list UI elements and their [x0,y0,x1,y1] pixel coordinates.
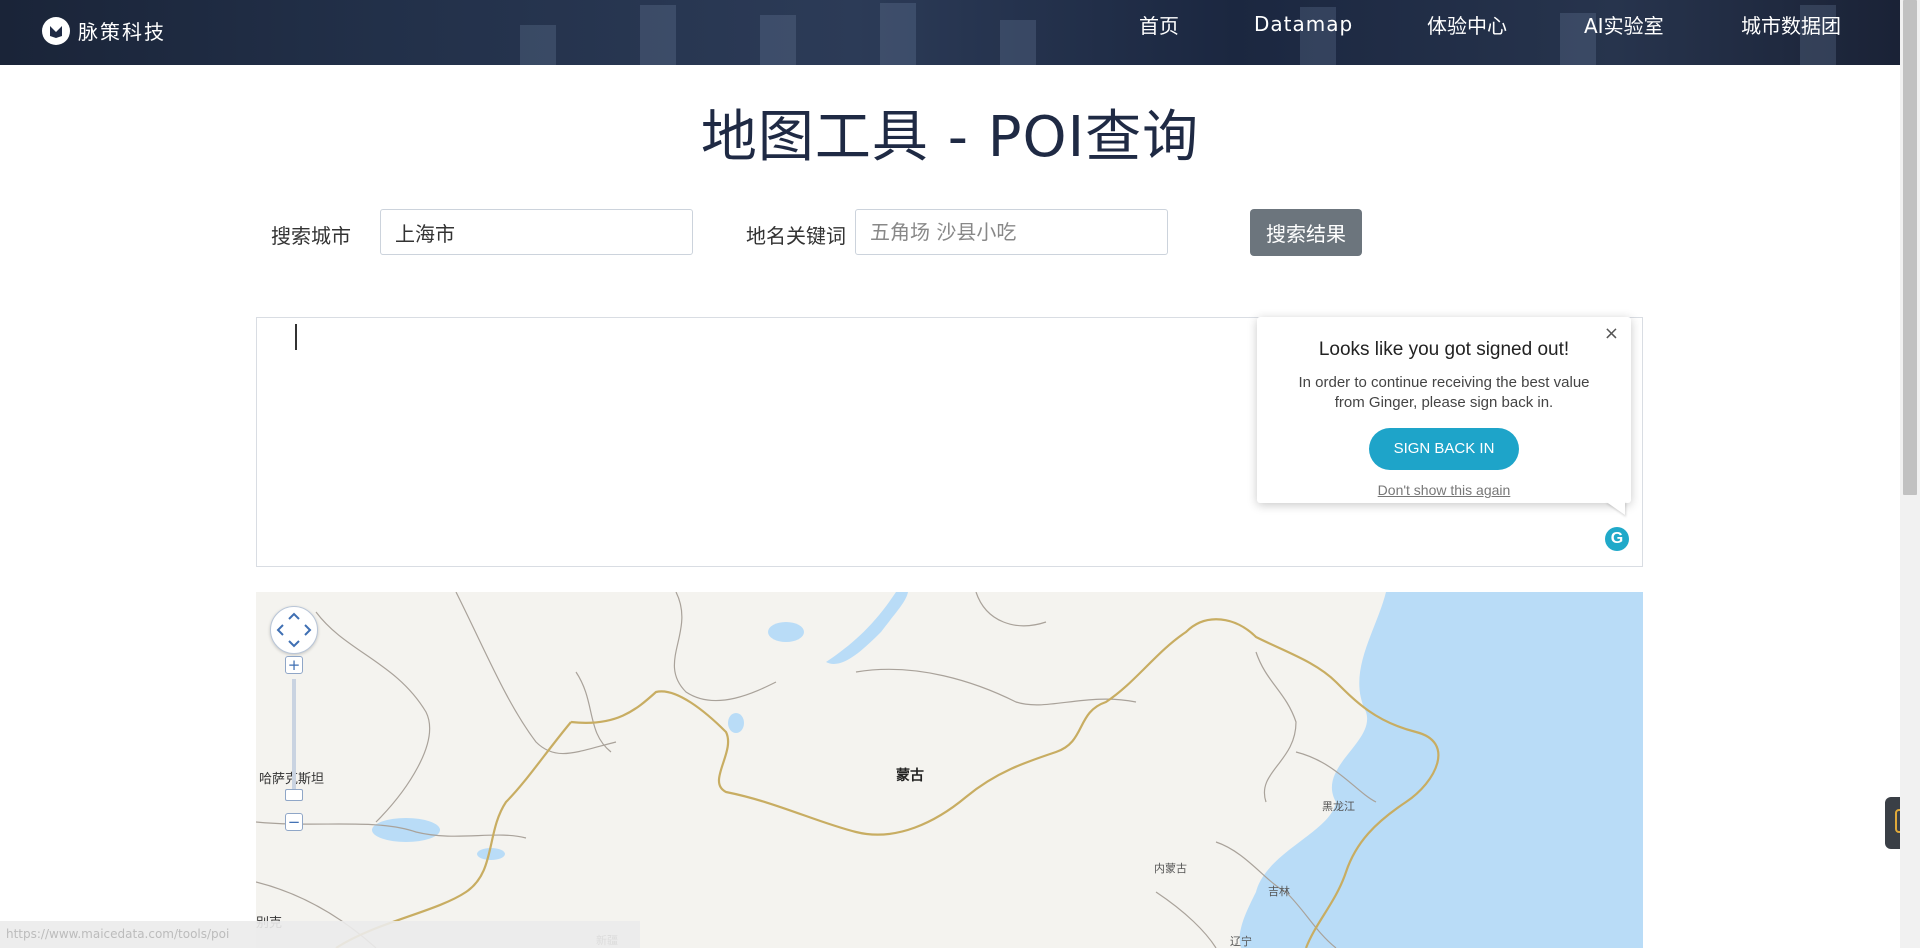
logo-icon [42,16,70,45]
dont-show-again-link[interactable]: Don't show this again [1257,482,1631,498]
close-icon[interactable]: × [1604,323,1619,344]
popup-title: Looks like you got signed out! [1318,339,1570,360]
nav-home[interactable]: 首页 [1139,10,1179,38]
map-canvas [256,592,1643,948]
sign-back-in-button[interactable]: SIGN BACK IN [1369,428,1519,470]
map-label-inner-mongolia: 内蒙古 [1154,862,1187,875]
page-title: 地图工具 - POI查询 [700,105,1200,170]
site-header: 脉策科技 首页 Datamap 体验中心 AI实验室 城市数据团 [0,0,1900,65]
keyword-label: 地名关键词 [746,224,846,248]
map-label-liaoning: 辽宁 [1230,935,1252,948]
zoom-in-button[interactable]: + [285,656,303,674]
search-button[interactable]: 搜索结果 [1250,209,1362,256]
map-label-mongolia: 蒙古 [896,768,924,784]
map-view[interactable]: 哈萨克斯坦 蒙古 黑龙江 内蒙古 吉林 辽宁 别克 新疆 + − [256,592,1643,948]
map-label-heilongjiang: 黑龙江 [1322,800,1355,813]
zoom-out-button[interactable]: − [285,813,303,831]
text-caret [295,324,297,350]
pan-arrows-icon [276,612,312,648]
page-scrollbar[interactable] [1900,0,1920,948]
brand-name: 脉策科技 [78,20,166,44]
keyword-input[interactable] [855,209,1168,255]
popup-message: In order to continue receiving the best … [1298,374,1590,411]
ginger-signed-out-popup: × Looks like you got signed out! In orde… [1257,317,1631,503]
city-label: 搜索城市 [271,224,351,248]
zoom-slider-track[interactable] [292,679,296,797]
scrollbar-thumb[interactable] [1903,0,1917,495]
nav-city-data-group[interactable]: 城市数据团 [1741,10,1841,38]
zoom-slider-handle[interactable] [285,789,303,801]
nav-ai-lab[interactable]: AI实验室 [1584,10,1664,38]
browser-status-bar: https://www.maicedata.com/tools/poi [0,921,640,948]
nav-datamap[interactable]: Datamap [1254,10,1353,38]
nav-experience-center[interactable]: 体验中心 [1427,10,1507,38]
ginger-g-icon[interactable]: G [1605,527,1629,551]
brand-logo[interactable]: 脉策科技 [42,16,166,45]
map-pan-control[interactable] [270,606,318,654]
city-input[interactable] [380,209,693,255]
map-label-jilin: 吉林 [1268,885,1290,898]
